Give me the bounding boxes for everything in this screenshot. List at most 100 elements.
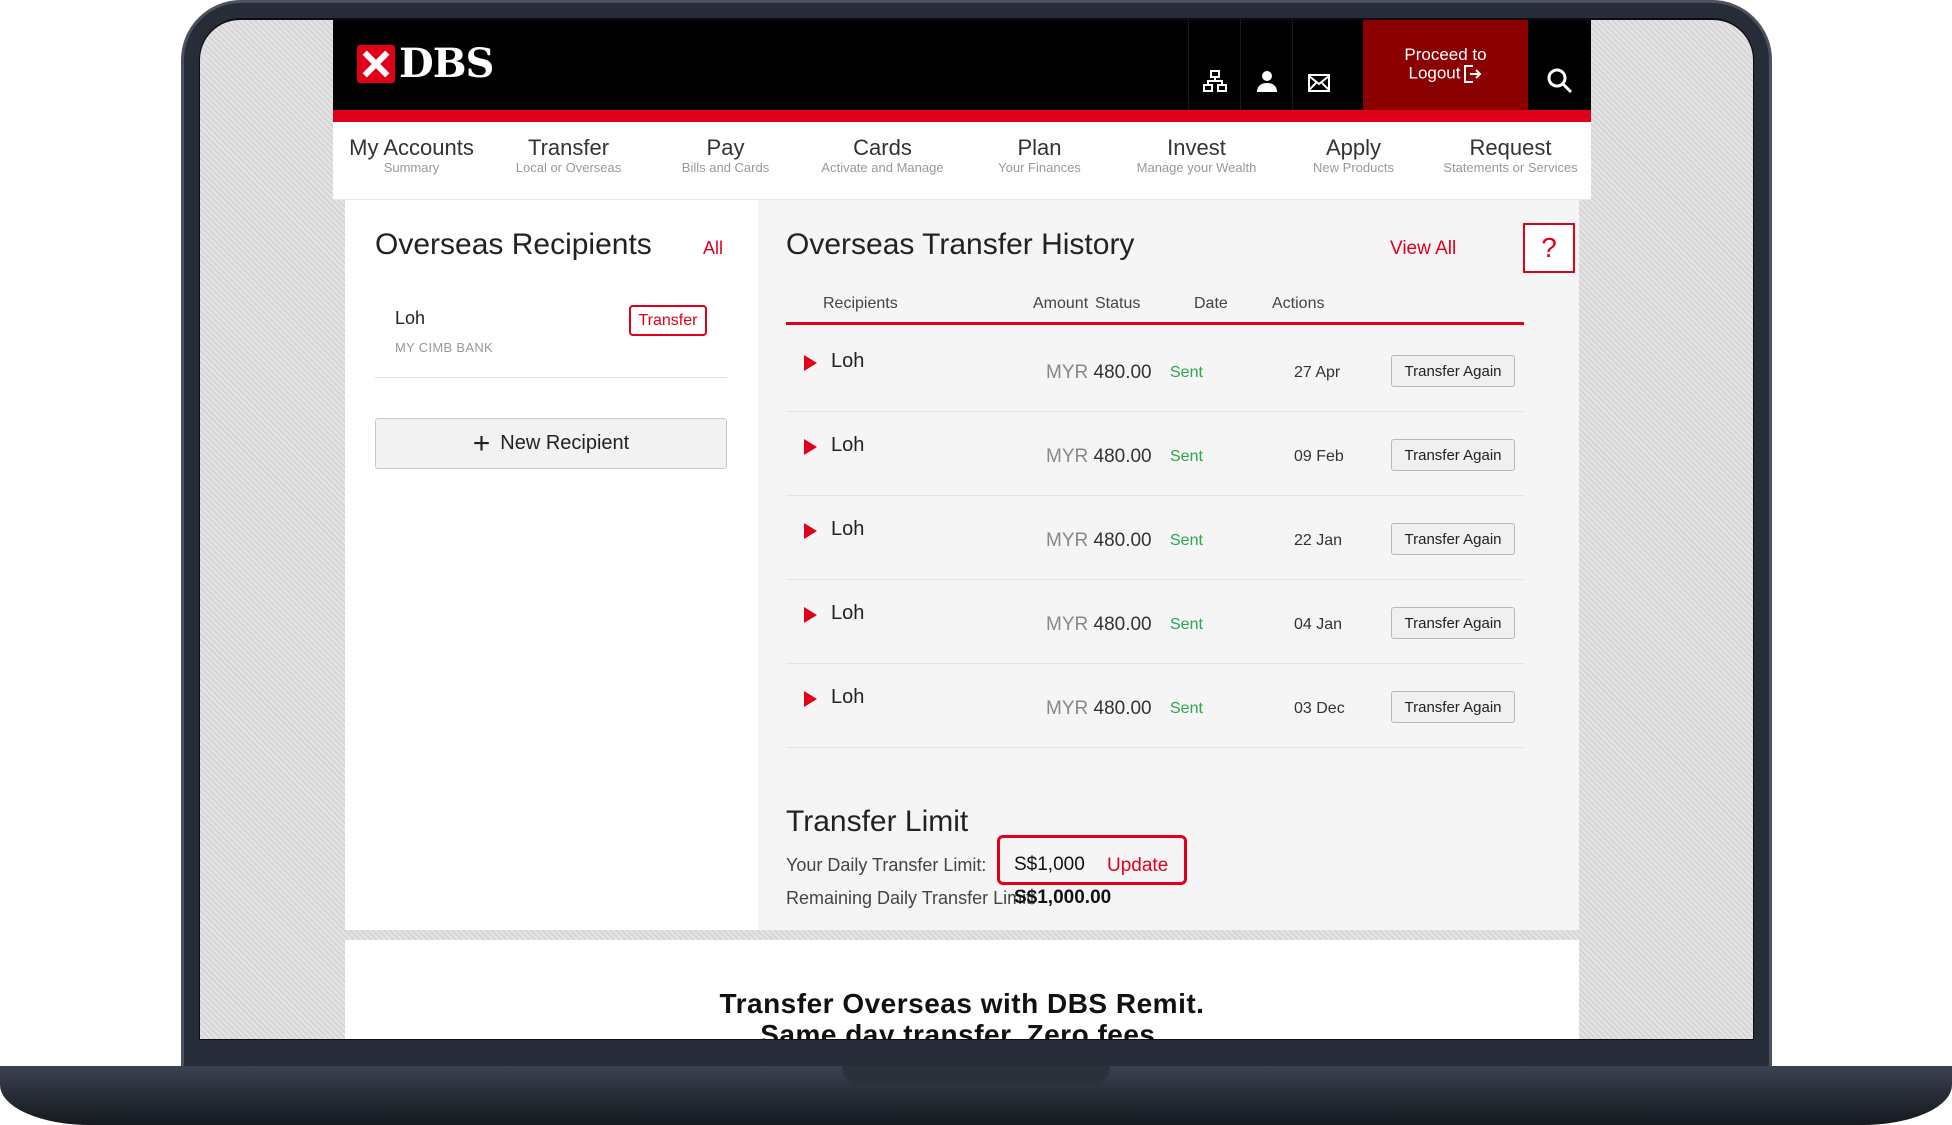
row-amount: MYR 480.00 (1046, 530, 1152, 552)
table-row[interactable]: Loh MYR 480.00 Sent 09 Feb Transfer Agai… (786, 412, 1524, 496)
nav-my-accounts[interactable]: My Accounts Summary (333, 122, 490, 199)
daily-limit-label: Your Daily Transfer Limit: (786, 855, 987, 875)
divider (375, 377, 727, 378)
row-status: Sent (1170, 616, 1203, 633)
remit-promo-banner[interactable]: Transfer Overseas with DBS Remit. Same d… (345, 940, 1579, 1039)
col-recipients: Recipients (823, 295, 898, 312)
table-row[interactable]: Loh MYR 480.00 Sent 04 Jan Transfer Agai… (786, 580, 1524, 664)
dbs-app: DBS Proceed to Logout My Accounts Summar… (333, 20, 1591, 1039)
transfer-again-button[interactable]: Transfer Again (1391, 355, 1515, 387)
logo-text: DBS (399, 40, 494, 87)
table-row[interactable]: Loh MYR 480.00 Sent 22 Jan Transfer Agai… (786, 496, 1524, 580)
col-amount: Amount (1033, 295, 1089, 312)
nav-title: Pay (706, 135, 745, 160)
row-date: 04 Jan (1294, 616, 1343, 633)
row-recipient: Loh (831, 686, 865, 708)
recipient-transfer-button[interactable]: Transfer (629, 305, 707, 336)
history-rows: Loh MYR 480.00 Sent 27 Apr Transfer Agai… (786, 328, 1524, 748)
remaining-limit-label: Remaining Daily Transfer Limit: (786, 888, 1037, 908)
nav-title: Request (1469, 135, 1552, 160)
help-button[interactable]: ? (1523, 223, 1575, 273)
nav-subtitle: Your Finances (998, 160, 1081, 175)
row-date: 09 Feb (1294, 448, 1344, 465)
col-date: Date (1194, 295, 1228, 312)
col-actions: Actions (1272, 295, 1325, 312)
nav-subtitle: Summary (383, 160, 440, 175)
transfer-again-button[interactable]: Transfer Again (1391, 607, 1515, 639)
row-currency: MYR (1046, 446, 1089, 467)
transfer-limit-title: Transfer Limit (786, 805, 969, 838)
sitemap-icon[interactable] (1188, 20, 1240, 110)
nav-title: Apply (1325, 135, 1382, 160)
history-panel: Overseas Transfer History View All ? Rec… (758, 200, 1579, 930)
table-row[interactable]: Loh MYR 480.00 Sent 27 Apr Transfer Agai… (786, 328, 1524, 412)
logout-button[interactable]: Proceed to Logout (1363, 20, 1528, 110)
transfer-again-button[interactable]: Transfer Again (1391, 691, 1515, 723)
row-status: Sent (1170, 700, 1203, 717)
row-amount-value: 480.00 (1093, 362, 1152, 383)
mail-icon[interactable] (1292, 20, 1344, 110)
expand-arrow-icon[interactable] (804, 607, 817, 623)
nav-subtitle: Activate and Manage (821, 160, 944, 175)
search-button[interactable] (1528, 20, 1591, 110)
transfer-again-button[interactable]: Transfer Again (1391, 523, 1515, 555)
table-row[interactable]: Loh MYR 480.00 Sent 03 Dec Transfer Agai… (786, 664, 1524, 748)
all-recipients-link[interactable]: All (703, 238, 723, 259)
nav-invest[interactable]: Invest Manage your Wealth (1118, 122, 1275, 199)
row-amount: MYR 480.00 (1046, 698, 1152, 720)
nav-subtitle: Local or Overseas (515, 160, 622, 175)
history-table-header: Recipients Amount Status Date Actions (786, 295, 1524, 325)
nav-subtitle: New Products (1313, 160, 1394, 175)
dbs-logo[interactable]: DBS (357, 40, 494, 87)
logout-icon (1464, 65, 1482, 83)
row-amount-value: 480.00 (1093, 614, 1152, 635)
row-date: 27 Apr (1294, 364, 1341, 381)
nav-transfer[interactable]: Transfer Local or Overseas (490, 122, 647, 199)
expand-arrow-icon[interactable] (804, 523, 817, 539)
view-all-link[interactable]: View All (1390, 238, 1456, 260)
row-recipient: Loh (831, 350, 865, 372)
row-currency: MYR (1046, 362, 1089, 383)
search-icon (1547, 68, 1572, 94)
nav-apply[interactable]: Apply New Products (1275, 122, 1432, 199)
row-amount-value: 480.00 (1093, 446, 1152, 467)
nav-subtitle: Statements or Services (1443, 160, 1578, 175)
expand-arrow-icon[interactable] (804, 691, 817, 707)
nav-subtitle: Bills and Cards (681, 160, 770, 175)
recipients-title: Overseas Recipients (375, 228, 652, 261)
row-currency: MYR (1046, 530, 1089, 551)
expand-arrow-icon[interactable] (804, 355, 817, 371)
row-amount: MYR 480.00 (1046, 362, 1152, 384)
nav-cards[interactable]: Cards Activate and Manage (804, 122, 961, 199)
laptop-screen: DBS Proceed to Logout My Accounts Summar… (200, 20, 1753, 1039)
new-recipient-button[interactable]: + New Recipient (375, 418, 727, 469)
transfer-again-button[interactable]: Transfer Again (1391, 439, 1515, 471)
update-limit-link[interactable]: Update (1107, 855, 1168, 877)
row-date: 03 Dec (1294, 700, 1345, 717)
logout-line2: Logout (1408, 63, 1461, 83)
nav-pay[interactable]: Pay Bills and Cards (647, 122, 804, 199)
dbs-star-icon (357, 44, 395, 83)
expand-arrow-icon[interactable] (804, 439, 817, 455)
row-amount: MYR 480.00 (1046, 614, 1152, 636)
recipients-panel: Overseas Recipients All Loh MY CIMB BANK… (345, 200, 758, 930)
user-icon[interactable] (1240, 20, 1292, 110)
nav-plan[interactable]: Plan Your Finances (961, 122, 1118, 199)
row-date: 22 Jan (1294, 532, 1343, 549)
nav-title: Transfer (527, 135, 610, 160)
plus-icon: + (472, 426, 491, 460)
row-status: Sent (1170, 532, 1203, 549)
row-amount-value: 480.00 (1093, 530, 1152, 551)
top-icons (1188, 20, 1344, 110)
row-amount-value: 480.00 (1093, 698, 1152, 719)
remaining-limit-value: S$1,000.00 (1014, 887, 1112, 908)
nav-title: Cards (853, 135, 912, 160)
logout-line1: Proceed to (1404, 45, 1487, 64)
row-amount: MYR 480.00 (1046, 446, 1152, 468)
nav-request[interactable]: Request Statements or Services (1432, 122, 1589, 199)
row-status: Sent (1170, 364, 1203, 381)
laptop-notch (842, 1066, 1110, 1086)
row-recipient: Loh (831, 434, 865, 456)
nav-title: My Accounts (349, 135, 474, 160)
top-bar: DBS Proceed to Logout (333, 20, 1591, 110)
